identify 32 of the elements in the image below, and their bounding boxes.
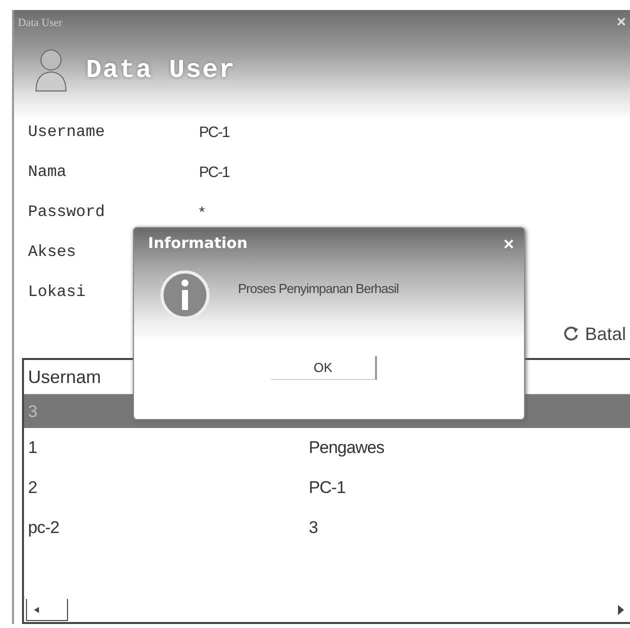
- close-button[interactable]: ×: [503, 234, 514, 260]
- user-icon: [34, 47, 68, 93]
- field-label: Akses: [28, 243, 78, 261]
- scroll-right-icon[interactable]: [616, 604, 626, 616]
- table-cell-text: PC-1: [308, 478, 346, 498]
- table-cell-text: pc-2: [27, 518, 60, 538]
- table-row[interactable]: 1 Pengawes: [24, 428, 630, 468]
- column-header[interactable]: Usernam: [24, 366, 102, 388]
- table-cell-text: 2: [27, 478, 38, 498]
- field-value[interactable]: PC-1: [199, 164, 230, 180]
- field-label: Lokasi: [28, 283, 87, 301]
- dialog-title: Information: [148, 234, 248, 254]
- window-title: Data User: [18, 17, 62, 29]
- info-icon: [158, 270, 212, 320]
- scroll-left-button[interactable]: [26, 599, 68, 621]
- table-cell-text: 3: [308, 518, 319, 538]
- dialog-message: Proses Penyimpanan Berhasil: [238, 280, 399, 296]
- table-cell-text: 3: [27, 402, 38, 422]
- scroll-left-icon: [34, 606, 39, 612]
- table-cell-text: Pengawes: [308, 438, 386, 458]
- table-cell-text: 1: [27, 438, 38, 458]
- cancel-button[interactable]: Batal: [562, 316, 626, 352]
- field-label: Username: [28, 123, 106, 141]
- field-value[interactable]: PC-1: [199, 124, 230, 140]
- field-label: Password: [28, 203, 106, 221]
- table-row[interactable]: pc-2 3: [24, 508, 630, 548]
- field-label: Nama: [28, 163, 68, 181]
- ok-button[interactable]: OK: [271, 356, 377, 380]
- header-title: Data User: [86, 55, 236, 85]
- refresh-icon: [562, 326, 579, 342]
- table-row[interactable]: 2 PC-1: [24, 468, 630, 508]
- field-value[interactable]: *: [199, 204, 204, 220]
